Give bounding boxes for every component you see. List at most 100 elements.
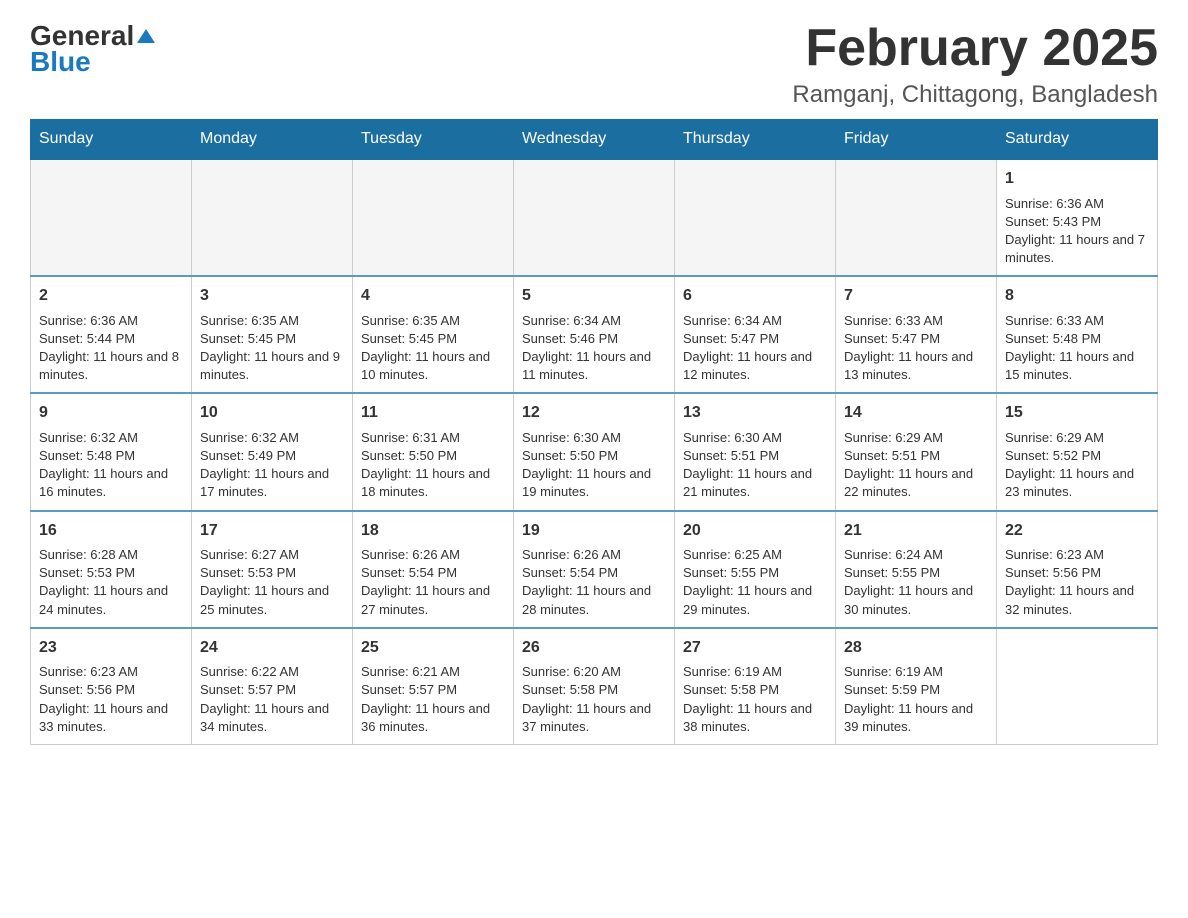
table-row: 16Sunrise: 6:28 AMSunset: 5:53 PMDayligh…: [31, 511, 192, 628]
table-row: [836, 159, 997, 276]
day-number: 20: [683, 520, 827, 542]
table-row: 23 Sunrise: 6:23 AMSunset: 5:56 PMDayligh…: [31, 628, 192, 745]
table-row: 4Sunrise: 6:35 AMSunset: 5:45 PMDaylight…: [353, 276, 514, 393]
day-number: 6: [683, 285, 827, 307]
table-row: 6 Sunrise: 6:34 AMSunset: 5:47 PMDaylight…: [675, 276, 836, 393]
table-row: 18Sunrise: 6:26 AMSunset: 5:54 PMDayligh…: [353, 511, 514, 628]
table-row: 13 Sunrise: 6:30 AMSunset: 5:51 PMDayligh…: [675, 393, 836, 510]
day-info: Sunrise: 6:32 AMSunset: 5:48 PMDaylight:…: [39, 429, 183, 502]
table-row: [514, 159, 675, 276]
day-number: 9: [39, 402, 183, 424]
header-thursday: Thursday: [675, 120, 836, 160]
day-number: 28: [844, 637, 988, 659]
day-info: Sunrise: 6:19 AMSunset: 5:58 PMDaylight:…: [683, 663, 827, 736]
calendar-header-row: Sunday Monday Tuesday Wednesday Thursday…: [31, 120, 1158, 160]
table-row: 27 Sunrise: 6:19 AMSunset: 5:58 PMDayligh…: [675, 628, 836, 745]
day-number: 16: [39, 520, 183, 542]
day-info: Sunrise: 6:34 AMSunset: 5:46 PMDaylight:…: [522, 312, 666, 385]
header-saturday: Saturday: [997, 120, 1158, 160]
calendar-week-row: 1 Sunrise: 6:36 AMSunset: 5:43 PMDaylight…: [31, 159, 1158, 276]
day-info: Sunrise: 6:25 AMSunset: 5:55 PMDaylight:…: [683, 546, 827, 619]
day-number: 12: [522, 402, 666, 424]
day-number: 3: [200, 285, 344, 307]
table-row: [353, 159, 514, 276]
table-row: [192, 159, 353, 276]
table-row: 7 Sunrise: 6:33 AMSunset: 5:47 PMDaylight…: [836, 276, 997, 393]
day-number: 14: [844, 402, 988, 424]
day-number: 11: [361, 402, 505, 424]
page-header: General Blue February 2025 Ramganj, Chit…: [30, 20, 1158, 109]
day-info: Sunrise: 6:35 AMSunset: 5:45 PMDaylight:…: [361, 312, 505, 385]
table-row: [675, 159, 836, 276]
day-info: Sunrise: 6:34 AMSunset: 5:47 PMDaylight:…: [683, 312, 827, 385]
table-row: 21 Sunrise: 6:24 AMSunset: 5:55 PMDayligh…: [836, 511, 997, 628]
day-info: Sunrise: 6:23 AMSunset: 5:56 PMDaylight:…: [39, 663, 183, 736]
table-row: 5Sunrise: 6:34 AMSunset: 5:46 PMDaylight…: [514, 276, 675, 393]
table-row: 22 Sunrise: 6:23 AMSunset: 5:56 PMDayligh…: [997, 511, 1158, 628]
table-row: 26 Sunrise: 6:20 AMSunset: 5:58 PMDayligh…: [514, 628, 675, 745]
day-number: 10: [200, 402, 344, 424]
day-info: Sunrise: 6:32 AMSunset: 5:49 PMDaylight:…: [200, 429, 344, 502]
day-info: Sunrise: 6:35 AMSunset: 5:45 PMDaylight:…: [200, 312, 344, 385]
day-info: Sunrise: 6:30 AMSunset: 5:51 PMDaylight:…: [683, 429, 827, 502]
day-info: Sunrise: 6:27 AMSunset: 5:53 PMDaylight:…: [200, 546, 344, 619]
day-number: 21: [844, 520, 988, 542]
day-number: 7: [844, 285, 988, 307]
day-number: 25: [361, 637, 505, 659]
day-number: 17: [200, 520, 344, 542]
day-info: Sunrise: 6:33 AMSunset: 5:48 PMDaylight:…: [1005, 312, 1149, 385]
header-wednesday: Wednesday: [514, 120, 675, 160]
table-row: 9 Sunrise: 6:32 AMSunset: 5:48 PMDaylight…: [31, 393, 192, 510]
table-row: 28 Sunrise: 6:19 AMSunset: 5:59 PMDayligh…: [836, 628, 997, 745]
header-friday: Friday: [836, 120, 997, 160]
calendar-week-row: 9 Sunrise: 6:32 AMSunset: 5:48 PMDaylight…: [31, 393, 1158, 510]
day-info: Sunrise: 6:23 AMSunset: 5:56 PMDaylight:…: [1005, 546, 1149, 619]
day-info: Sunrise: 6:33 AMSunset: 5:47 PMDaylight:…: [844, 312, 988, 385]
day-number: 1: [1005, 168, 1149, 190]
header-sunday: Sunday: [31, 120, 192, 160]
table-row: 14Sunrise: 6:29 AMSunset: 5:51 PMDayligh…: [836, 393, 997, 510]
month-title: February 2025: [792, 20, 1158, 77]
logo-blue-icon: [134, 25, 158, 47]
day-info: Sunrise: 6:19 AMSunset: 5:59 PMDaylight:…: [844, 663, 988, 736]
logo-blue-text: Blue: [30, 46, 91, 78]
calendar-week-row: 23 Sunrise: 6:23 AMSunset: 5:56 PMDayligh…: [31, 628, 1158, 745]
day-number: 13: [683, 402, 827, 424]
table-row: 24 Sunrise: 6:22 AMSunset: 5:57 PMDayligh…: [192, 628, 353, 745]
table-row: 25 Sunrise: 6:21 AMSunset: 5:57 PMDayligh…: [353, 628, 514, 745]
table-row: 8 Sunrise: 6:33 AMSunset: 5:48 PMDaylight…: [997, 276, 1158, 393]
title-section: February 2025 Ramganj, Chittagong, Bangl…: [792, 20, 1158, 109]
day-info: Sunrise: 6:20 AMSunset: 5:58 PMDaylight:…: [522, 663, 666, 736]
day-number: 23: [39, 637, 183, 659]
day-number: 22: [1005, 520, 1149, 542]
table-row: 11 Sunrise: 6:31 AMSunset: 5:50 PMDayligh…: [353, 393, 514, 510]
table-row: 12 Sunrise: 6:30 AMSunset: 5:50 PMDayligh…: [514, 393, 675, 510]
table-row: [31, 159, 192, 276]
day-info: Sunrise: 6:30 AMSunset: 5:50 PMDaylight:…: [522, 429, 666, 502]
location-title: Ramganj, Chittagong, Bangladesh: [792, 81, 1158, 109]
day-number: 26: [522, 637, 666, 659]
header-monday: Monday: [192, 120, 353, 160]
day-info: Sunrise: 6:36 AMSunset: 5:43 PMDaylight:…: [1005, 195, 1149, 268]
day-number: 19: [522, 520, 666, 542]
table-row: 20 Sunrise: 6:25 AMSunset: 5:55 PMDayligh…: [675, 511, 836, 628]
day-number: 24: [200, 637, 344, 659]
day-info: Sunrise: 6:24 AMSunset: 5:55 PMDaylight:…: [844, 546, 988, 619]
table-row: 10 Sunrise: 6:32 AMSunset: 5:49 PMDayligh…: [192, 393, 353, 510]
day-info: Sunrise: 6:26 AMSunset: 5:54 PMDaylight:…: [361, 546, 505, 619]
day-info: Sunrise: 6:21 AMSunset: 5:57 PMDaylight:…: [361, 663, 505, 736]
day-info: Sunrise: 6:31 AMSunset: 5:50 PMDaylight:…: [361, 429, 505, 502]
calendar-week-row: 2Sunrise: 6:36 AMSunset: 5:44 PMDaylight…: [31, 276, 1158, 393]
day-number: 8: [1005, 285, 1149, 307]
day-info: Sunrise: 6:22 AMSunset: 5:57 PMDaylight:…: [200, 663, 344, 736]
header-tuesday: Tuesday: [353, 120, 514, 160]
day-info: Sunrise: 6:36 AMSunset: 5:44 PMDaylight:…: [39, 312, 183, 385]
day-info: Sunrise: 6:26 AMSunset: 5:54 PMDaylight:…: [522, 546, 666, 619]
table-row: 3 Sunrise: 6:35 AMSunset: 5:45 PMDaylight…: [192, 276, 353, 393]
day-number: 27: [683, 637, 827, 659]
day-info: Sunrise: 6:29 AMSunset: 5:52 PMDaylight:…: [1005, 429, 1149, 502]
table-row: 19 Sunrise: 6:26 AMSunset: 5:54 PMDayligh…: [514, 511, 675, 628]
table-row: [997, 628, 1158, 745]
table-row: 2Sunrise: 6:36 AMSunset: 5:44 PMDaylight…: [31, 276, 192, 393]
table-row: 1 Sunrise: 6:36 AMSunset: 5:43 PMDaylight…: [997, 159, 1158, 276]
